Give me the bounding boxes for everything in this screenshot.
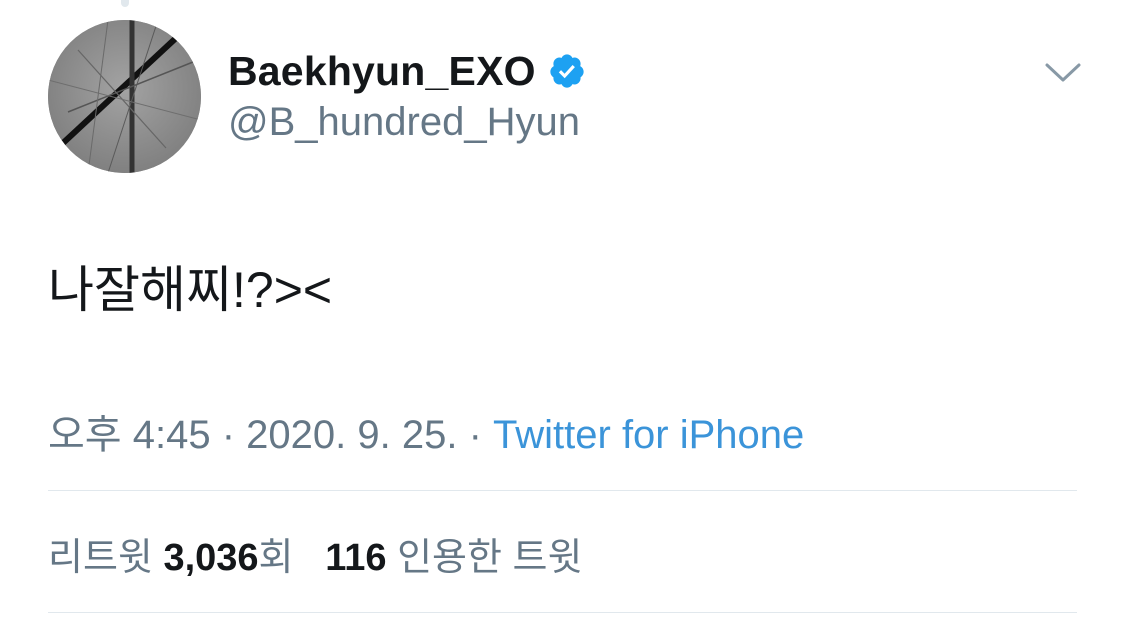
retweets-stat[interactable]: 리트윗 3,036회 bbox=[48, 537, 294, 579]
retweets-count: 3,036 bbox=[163, 537, 259, 579]
tweet-meta: 오후 4:45 · 2020. 9. 25. · Twitter for iPh… bbox=[48, 402, 804, 460]
avatar-image bbox=[48, 20, 201, 173]
quotes-label: 인용한 트윗 bbox=[397, 537, 583, 579]
tweet-text: 나잘해찌!?>< bbox=[48, 262, 333, 318]
retweets-label: 리트윗 bbox=[48, 537, 153, 579]
divider bbox=[48, 612, 1077, 613]
quotes-count: 116 bbox=[325, 537, 387, 579]
chevron-down-icon[interactable] bbox=[1044, 60, 1082, 86]
meta-separator: · bbox=[221, 413, 236, 457]
user-handle[interactable]: @B_hundred_Hyun bbox=[228, 100, 580, 145]
display-name[interactable]: Baekhyun_EXO bbox=[228, 46, 586, 96]
thread-connector bbox=[121, 0, 129, 7]
quotes-stat[interactable]: 116 인용한 트윗 bbox=[325, 537, 582, 579]
retweets-suffix: 회 bbox=[258, 537, 294, 579]
meta-separator: · bbox=[468, 413, 482, 457]
display-name-text: Baekhyun_EXO bbox=[228, 47, 536, 94]
tweet-detail: Baekhyun_EXO @B_hundred_Hyun 나잘해찌!?>< 오후… bbox=[0, 0, 1124, 632]
tweet-source-link[interactable]: Twitter for iPhone bbox=[493, 413, 804, 457]
verified-badge-icon bbox=[548, 52, 586, 90]
tweet-date[interactable]: 2020. 9. 25. bbox=[246, 413, 457, 457]
divider bbox=[48, 490, 1077, 491]
tweet-time[interactable]: 오후 4:45 bbox=[48, 413, 211, 457]
avatar[interactable] bbox=[48, 20, 201, 173]
tweet-stats: 리트윗 3,036회 116 인용한 트윗 bbox=[48, 526, 582, 581]
